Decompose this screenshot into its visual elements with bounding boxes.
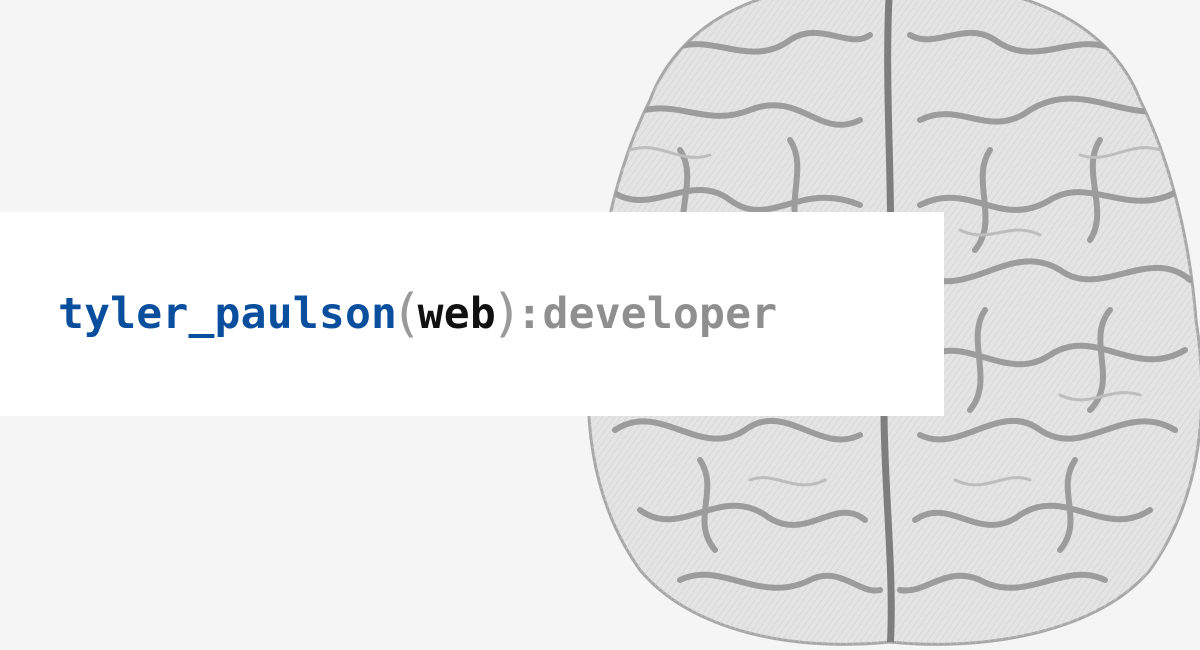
title-role: developer — [542, 289, 778, 339]
title-name: tyler_paulson — [58, 289, 398, 339]
title-open-paren: ( — [397, 284, 418, 344]
page-title: tyler_paulson(web):developer — [58, 288, 777, 340]
title-qualifier: web — [417, 289, 496, 339]
name-card: tyler_paulson(web):developer — [0, 212, 944, 416]
title-separator: : — [516, 289, 543, 339]
title-close-paren: ) — [495, 284, 517, 344]
